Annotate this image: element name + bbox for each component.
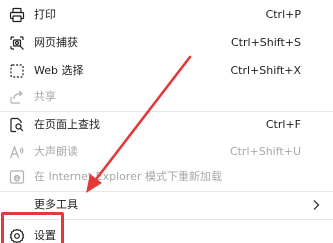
menu-item-label: 共享 <box>34 90 56 103</box>
menu-item-label: 更多工具 <box>34 198 78 211</box>
menu-item-shortcut: Ctrl+Shift+S <box>231 36 301 49</box>
ie-mode-icon <box>9 169 25 185</box>
menu-item-shortcut: Ctrl+P <box>265 8 301 21</box>
menu-item-label: 在 Internet Explorer 模式下重新加载 <box>34 170 222 183</box>
find-on-page-icon <box>9 117 25 133</box>
menu-item-label: Web 选择 <box>34 64 84 77</box>
menu-item-label: 在页面上查找 <box>34 118 100 131</box>
menu-item-ie-mode[interactable]: 在 Internet Explorer 模式下重新加载 <box>0 164 333 192</box>
gear-icon <box>9 228 25 243</box>
web-select-icon <box>9 63 25 79</box>
menu-item-web-select[interactable]: Web 选择 Ctrl+Shift+X <box>0 58 333 86</box>
menu-item-shortcut: Ctrl+Shift+X <box>230 64 301 77</box>
chevron-right-icon <box>311 199 321 211</box>
web-capture-icon <box>9 35 25 51</box>
menu-item-shortcut: Ctrl+F <box>265 118 301 131</box>
menu-item-read-aloud[interactable]: 大声朗读 Ctrl+Shift+U <box>0 139 333 167</box>
share-icon <box>9 89 25 105</box>
menu-item-shortcut: Ctrl+Shift+U <box>229 145 301 158</box>
printer-icon <box>9 7 25 23</box>
menu-item-find-on-page[interactable]: 在页面上查找 Ctrl+F <box>0 112 333 140</box>
menu-item-label: 网页捕获 <box>34 36 78 49</box>
menu-divider <box>0 219 333 220</box>
menu-item-web-capture[interactable]: 网页捕获 Ctrl+Shift+S <box>0 30 333 58</box>
menu-item-settings[interactable]: 设置 <box>0 223 333 243</box>
read-aloud-icon <box>9 144 25 160</box>
menu-item-label: 设置 <box>34 229 56 242</box>
menu-item-label: 打印 <box>34 8 56 21</box>
browser-settings-menu: 打印 Ctrl+P 网页捕获 Ctrl+Shift+S Web 选择 Ctrl+… <box>0 0 333 243</box>
menu-item-label: 大声朗读 <box>34 145 78 158</box>
menu-item-share[interactable]: 共享 <box>0 84 333 112</box>
menu-item-more-tools[interactable]: 更多工具 <box>0 192 333 220</box>
menu-item-print[interactable]: 打印 Ctrl+P <box>0 2 333 30</box>
